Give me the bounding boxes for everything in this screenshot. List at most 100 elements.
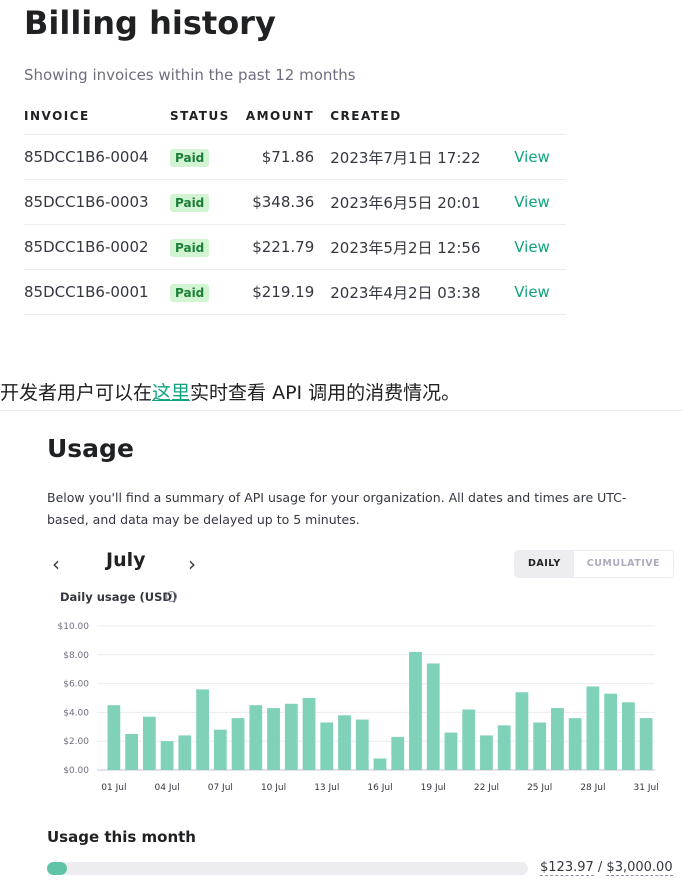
usage-title: Usage — [47, 434, 134, 463]
chart-bar — [497, 725, 511, 770]
chart-bar — [284, 703, 298, 770]
usage-spent[interactable]: $123.97 — [540, 860, 594, 876]
chart-bar — [622, 702, 635, 770]
invoice-amount: $71.86 — [245, 134, 331, 180]
chart-bar — [639, 718, 653, 770]
chart-bar — [267, 708, 280, 770]
y-tick-label: $6.00 — [63, 680, 89, 690]
invoice-table-header: INVOICE STATUS AMOUNT CREATED — [24, 106, 566, 135]
usage-note-link[interactable]: 这里 — [152, 382, 190, 404]
invoice-created: 2023年4月2日 03:38 — [330, 269, 507, 315]
usage-note: 开发者用户可以在这里实时查看 API 调用的消费情况。 — [0, 378, 460, 405]
chart-bar — [320, 722, 334, 770]
x-tick-label: 22 Jul — [474, 783, 499, 793]
y-tick-label: $10.00 — [58, 622, 90, 632]
x-tick-label: 13 Jul — [314, 783, 339, 793]
invoice-table: INVOICE STATUS AMOUNT CREATED 85DCC1B6-0… — [24, 106, 566, 315]
x-tick-label: 16 Jul — [367, 783, 392, 793]
chart-bar — [515, 692, 529, 770]
usage-limit-text: $123.97 / $3,000.00 — [540, 860, 673, 876]
view-invoice-link[interactable]: View — [506, 193, 550, 211]
usage-progress-bar — [47, 862, 528, 875]
view-invoice-link[interactable]: View — [506, 148, 550, 166]
y-tick-label: $0.00 — [63, 766, 89, 776]
invoice-amount: $219.19 — [245, 269, 331, 315]
x-tick-label: 25 Jul — [527, 783, 552, 793]
chart-bar — [213, 729, 227, 770]
view-invoice-link[interactable]: View — [506, 238, 550, 256]
view-invoice-link[interactable]: View — [506, 283, 550, 301]
invoice-amount: $221.79 — [245, 224, 331, 270]
chart-bar — [249, 705, 263, 770]
y-tick-label: $4.00 — [63, 708, 89, 718]
column-header-status: STATUS — [170, 106, 246, 135]
x-tick-label: 31 Jul — [634, 783, 659, 793]
table-row: 85DCC1B6-0002 Paid $221.79 2023年5月2日 12:… — [24, 224, 566, 270]
chart-title: Daily usage (USD) — [60, 590, 178, 604]
table-row: 85DCC1B6-0001 Paid $219.19 2023年4月2日 03:… — [24, 269, 566, 315]
chart-bar — [160, 741, 174, 770]
chart-bar — [586, 686, 600, 770]
status-badge: Paid — [170, 283, 210, 302]
column-header-action — [506, 106, 566, 135]
invoice-created: 2023年7月1日 17:22 — [330, 134, 507, 180]
chart-bar — [302, 698, 316, 770]
chart-bar — [444, 732, 458, 770]
status-cell: Paid — [170, 134, 246, 180]
x-tick-label: 01 Jul — [101, 783, 126, 793]
usage-view-toggle: DAILY CUMULATIVE — [514, 550, 675, 578]
usage-separator: / — [593, 860, 607, 875]
invoice-created: 2023年6月5日 20:01 — [330, 179, 507, 225]
month-label: July — [106, 549, 146, 571]
action-cell: View — [506, 179, 566, 225]
chart-bar — [426, 663, 440, 770]
action-cell: View — [506, 134, 566, 180]
invoice-amount: $348.36 — [245, 179, 331, 225]
usage-progress-fill — [47, 862, 67, 875]
chart-bar — [604, 693, 618, 770]
status-cell: Paid — [170, 224, 246, 270]
x-tick-label: 07 Jul — [208, 783, 233, 793]
chart-bar — [551, 708, 564, 770]
chart-bar — [391, 736, 405, 770]
status-badge: Paid — [170, 148, 210, 167]
chevron-left-icon[interactable]: ‹ — [52, 552, 60, 576]
chevron-right-icon[interactable]: › — [188, 552, 196, 576]
billing-history-subtitle: Showing invoices within the past 12 mont… — [24, 66, 356, 84]
chart-bar — [533, 722, 547, 770]
billing-history-title: Billing history — [24, 4, 276, 42]
status-badge: Paid — [170, 193, 210, 212]
chart-bar — [107, 705, 121, 770]
cumulative-toggle-button[interactable]: CUMULATIVE — [573, 551, 674, 577]
chart-bar — [355, 719, 369, 770]
action-cell: View — [506, 224, 566, 270]
chart-bar — [142, 716, 156, 770]
daily-usage-chart: $0.00 $2.00 $4.00 $6.00 $8.00 $10.00 01 Jul 04 … — [58, 622, 659, 793]
status-cell: Paid — [170, 179, 246, 225]
usage-note-text-before: 开发者用户可以在 — [0, 382, 153, 404]
x-tick-label: 04 Jul — [155, 783, 180, 793]
invoice-id: 85DCC1B6-0002 — [24, 224, 170, 270]
chart-bar — [462, 709, 476, 770]
table-row: 85DCC1B6-0003 Paid $348.36 2023年6月5日 20:… — [24, 179, 566, 225]
chart-bar — [178, 735, 192, 770]
column-header-created: CREATED — [330, 106, 507, 135]
column-header-amount: AMOUNT — [245, 106, 331, 135]
status-badge: Paid — [170, 238, 210, 257]
usage-description: Below you'll find a summary of API usage… — [47, 490, 627, 527]
table-row: 85DCC1B6-0004 Paid $71.86 2023年7月1日 17:2… — [24, 134, 566, 180]
chart-bar — [338, 715, 351, 770]
invoice-created: 2023年5月2日 12:56 — [330, 224, 507, 270]
chart-bar — [373, 758, 387, 770]
action-cell: View — [506, 269, 566, 315]
daily-toggle-button[interactable]: DAILY — [515, 551, 574, 577]
chart-bar — [480, 735, 493, 770]
info-icon[interactable]: i — [166, 591, 177, 602]
usage-this-month-title: Usage this month — [47, 828, 196, 846]
usage-limit[interactable]: $3,000.00 — [606, 860, 673, 876]
invoice-id: 85DCC1B6-0001 — [24, 269, 170, 315]
chart-bar — [125, 734, 138, 770]
x-tick-label: 19 Jul — [421, 783, 446, 793]
x-tick-label: 10 Jul — [261, 783, 286, 793]
invoice-id: 85DCC1B6-0004 — [24, 134, 170, 180]
